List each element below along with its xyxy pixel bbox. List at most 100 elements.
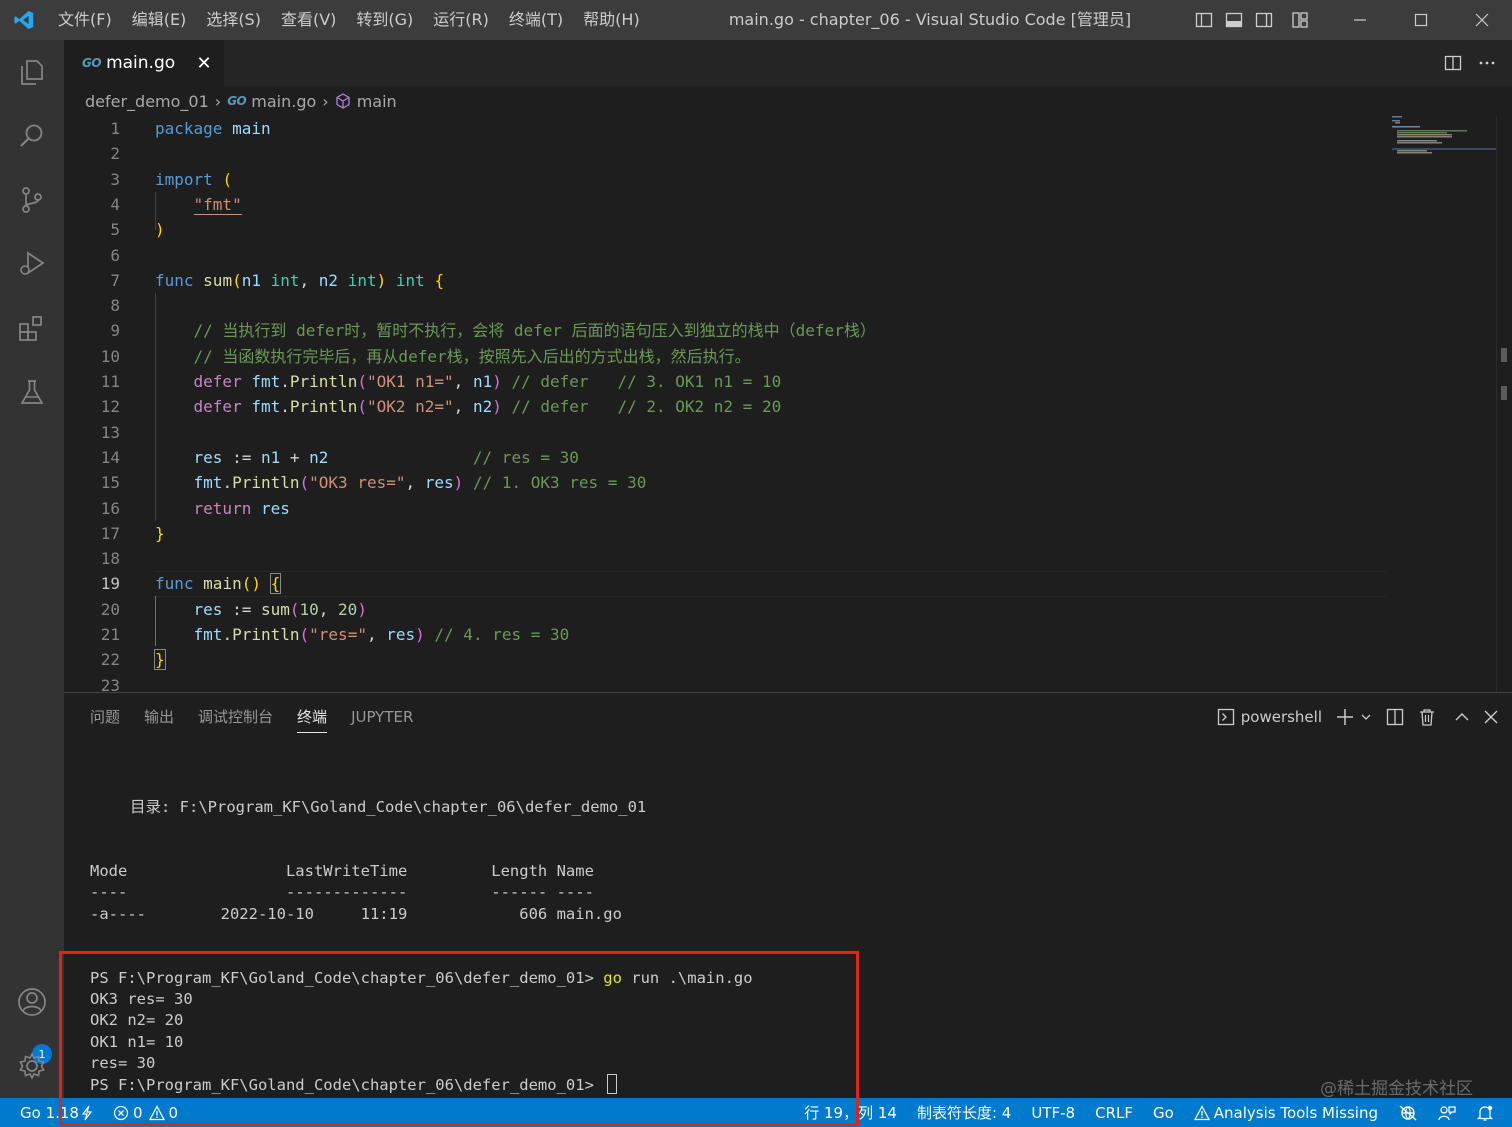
kill-terminal-trash-icon[interactable]: [1418, 693, 1436, 741]
extensions-icon[interactable]: [0, 296, 64, 360]
code-token: (: [357, 372, 367, 391]
encoding[interactable]: UTF-8: [1021, 1098, 1085, 1127]
search-icon[interactable]: [0, 104, 64, 168]
run-and-debug-icon[interactable]: [0, 232, 64, 296]
terminal-shell-selector[interactable]: powershell: [1217, 693, 1322, 741]
more-actions-icon[interactable]: [1470, 40, 1504, 86]
menu-run[interactable]: 运行(R): [423, 0, 499, 40]
code-token: int: [395, 270, 425, 290]
status-bar-right: 行 19，列 14 制表符长度: 4 UTF-8 CRLF Go Analysi…: [794, 1098, 1512, 1127]
breadcrumb-symbol[interactable]: main: [357, 92, 397, 111]
live-share-icon[interactable]: [1388, 1098, 1428, 1127]
menu-terminal[interactable]: 终端(T): [499, 0, 573, 40]
breadcrumb-file[interactable]: main.go: [251, 92, 316, 111]
maximize-panel-chevron-up-icon[interactable]: [1454, 693, 1470, 741]
code-line[interactable]: 1 package main: [64, 116, 1394, 141]
code-line[interactable]: 13: [64, 420, 1394, 445]
code-line[interactable]: 3 import (: [64, 167, 1394, 192]
customize-layout-icon[interactable]: [1285, 0, 1315, 40]
code-token: n1: [260, 447, 281, 467]
language-mode[interactable]: Go: [1143, 1098, 1184, 1127]
testing-icon[interactable]: [0, 360, 64, 424]
menu-help[interactable]: 帮助(H): [573, 0, 650, 40]
minimize-icon[interactable]: [1329, 0, 1390, 40]
cursor-position[interactable]: 行 19，列 14: [794, 1098, 907, 1127]
line-number: 5: [110, 220, 120, 240]
code-token: Println: [232, 473, 300, 493]
code-line[interactable]: 19 func main() {: [64, 571, 1394, 596]
toggle-secondary-sidebar-icon[interactable]: [1249, 0, 1279, 40]
split-terminal-icon[interactable]: [1386, 693, 1404, 741]
accounts-icon[interactable]: [0, 970, 64, 1034]
breadcrumb-folder[interactable]: defer_demo_01: [85, 92, 209, 111]
code-line[interactable]: 2: [64, 141, 1394, 166]
panel-actions: powershell: [1203, 693, 1498, 741]
code-line[interactable]: 5): [64, 217, 1394, 242]
editor-scrollbar[interactable]: [1496, 116, 1512, 692]
tab-problems[interactable]: 问题: [78, 693, 132, 741]
code-text: ): [155, 217, 165, 242]
indentation[interactable]: 制表符长度: 4: [907, 1098, 1021, 1127]
menu-selection[interactable]: 选择(S): [196, 0, 271, 40]
code-line[interactable]: 9 // 当执行到 defer时，暂时不执行，会将 defer 后面的语句压入到…: [64, 318, 1394, 343]
code-line[interactable]: 23: [64, 673, 1394, 692]
code-line[interactable]: 10 // 当函数执行完毕后，再从defer栈，按照先入后出的方式出栈，然后执行…: [64, 344, 1394, 369]
analysis-tools-status[interactable]: Analysis Tools Missing: [1184, 1098, 1388, 1127]
toggle-primary-sidebar-icon[interactable]: [1189, 0, 1219, 40]
new-terminal-icon[interactable]: [1336, 693, 1354, 741]
tab-debug-console[interactable]: 调试控制台: [186, 693, 285, 741]
minimap[interactable]: [1392, 116, 1496, 156]
explorer-icon[interactable]: [0, 40, 64, 104]
tab-close-icon[interactable]: ✕: [192, 51, 216, 75]
manage-gear-icon[interactable]: [0, 1034, 64, 1098]
code-line[interactable]: 17}: [64, 521, 1394, 546]
code-token: (: [232, 270, 242, 290]
end-of-line[interactable]: CRLF: [1085, 1098, 1143, 1127]
chevron-down-icon[interactable]: [1360, 693, 1372, 741]
tab-jupyter[interactable]: JUPYTER: [339, 693, 425, 741]
tab-output[interactable]: 输出: [132, 693, 186, 741]
menu-view[interactable]: 查看(V): [271, 0, 346, 40]
code-editor[interactable]: 1 package main 2 3 import (4 "fmt" 5) 6 7 func s…: [64, 116, 1512, 692]
code-line[interactable]: 8: [64, 293, 1394, 318]
code-line[interactable]: 12 defer fmt.Println("OK2 n2=", n2) // d…: [64, 394, 1394, 419]
close-panel-icon[interactable]: [1484, 693, 1498, 741]
code-line[interactable]: 7 func sum(n1 int, n2 int) int {: [64, 268, 1394, 293]
problems-status[interactable]: 0 0: [103, 1098, 188, 1127]
code-token: sum: [203, 270, 233, 290]
source-control-icon[interactable]: [0, 168, 64, 232]
split-editor-icon[interactable]: [1436, 40, 1470, 86]
code-token: .: [280, 372, 290, 391]
maximize-icon[interactable]: [1390, 0, 1451, 40]
toggle-panel-icon[interactable]: [1219, 0, 1249, 40]
menu-file[interactable]: 文件(F): [48, 0, 122, 40]
code-line[interactable]: 6: [64, 243, 1394, 268]
code-line[interactable]: 15 fmt.Println("OK3 res=", res) // 1. OK…: [64, 470, 1394, 495]
menu-go[interactable]: 转到(G): [346, 0, 423, 40]
code-line[interactable]: 22}: [64, 647, 1394, 672]
feedback-icon[interactable]: [1428, 1098, 1466, 1127]
code-line[interactable]: 11 defer fmt.Println("OK1 n1=", n1) // d…: [64, 369, 1394, 394]
line-number: 17: [100, 523, 120, 543]
notifications-bell-icon[interactable]: [1466, 1098, 1512, 1127]
code-token: 20: [338, 599, 358, 619]
menu-edit[interactable]: 编辑(E): [122, 0, 197, 40]
code-token: .: [280, 397, 290, 417]
code-line[interactable]: 18: [64, 546, 1394, 571]
close-window-icon[interactable]: [1451, 0, 1512, 40]
code-line[interactable]: 4 "fmt": [64, 192, 1394, 217]
code-line[interactable]: 14 res := n1 + n2 // res = 30: [64, 445, 1394, 470]
tab-terminal[interactable]: 终端: [285, 693, 339, 741]
code-line[interactable]: 16 return res: [64, 496, 1394, 521]
code-line[interactable]: 21 fmt.Println("res=", res) // 4. res = …: [64, 622, 1394, 647]
go-version-status[interactable]: Go 1.18: [0, 1098, 103, 1127]
code-token: ): [492, 397, 502, 417]
terminal-input-line[interactable]: PS F:\Program_KF\Goland_Code\chapter_06\…: [90, 1074, 618, 1096]
code-token: "OK1 n1=": [366, 372, 454, 391]
code-line[interactable]: 20 res := sum(10, 20): [64, 597, 1394, 622]
code-text: defer fmt.Println("OK1 n1=", n1) // defe…: [155, 369, 782, 394]
